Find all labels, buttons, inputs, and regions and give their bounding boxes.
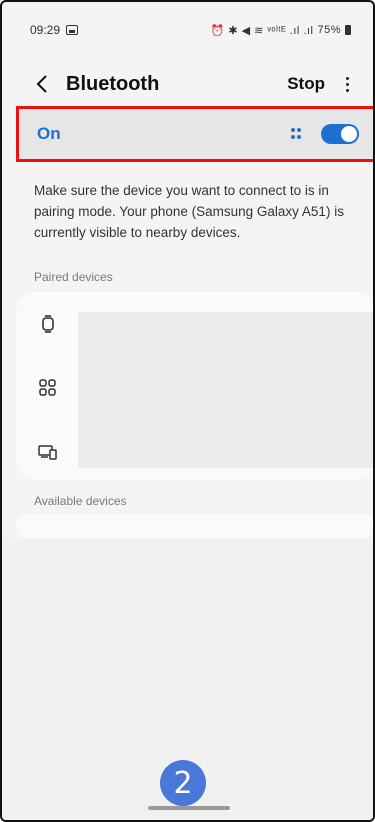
phone-screen: 09:29 ⏰ ✱ ◀ ≋ ᵛᵒˡᵗᴱ .ıl .ıl 75% Bluetoot… — [0, 0, 375, 822]
devices-icon[interactable] — [38, 442, 58, 462]
paired-devices-label: Paired devices — [34, 270, 113, 284]
home-indicator[interactable] — [148, 806, 230, 810]
status-left: 09:29 — [30, 23, 79, 37]
gallery-notification-icon — [66, 25, 79, 35]
app-bar: Bluetooth Stop — [2, 62, 373, 106]
paired-devices-card — [16, 292, 373, 480]
page-title: Bluetooth — [66, 72, 160, 95]
available-devices-card — [16, 514, 373, 538]
status-time: 09:29 — [30, 23, 61, 37]
apps-grid-icon[interactable] — [38, 378, 58, 398]
quick-connect-icon[interactable] — [291, 128, 303, 140]
bluetooth-toggle[interactable] — [321, 124, 359, 144]
pairing-description: Make sure the device you want to connect… — [34, 183, 344, 240]
step-badge: 2 — [160, 760, 206, 806]
more-options-icon[interactable] — [339, 72, 355, 96]
back-icon[interactable] — [30, 72, 54, 96]
battery-percent: 75% — [317, 24, 341, 36]
bluetooth-status-label: On — [37, 124, 61, 143]
battery-icon — [345, 25, 351, 35]
available-devices-label: Available devices — [34, 494, 127, 508]
stop-button[interactable]: Stop — [287, 74, 325, 94]
bluetooth-master-switch-row[interactable]: On — [16, 106, 373, 162]
status-bar: 09:29 ⏰ ✱ ◀ ≋ ᵛᵒˡᵗᴱ .ıl .ıl 75% — [2, 2, 373, 58]
status-indicators: ⏰ ✱ ◀ ≋ ᵛᵒˡᵗᴱ .ıl .ıl — [210, 24, 314, 37]
status-right: ⏰ ✱ ◀ ≋ ᵛᵒˡᵗᴱ .ıl .ıl 75% — [211, 24, 351, 37]
paired-devices-list — [78, 312, 373, 468]
watch-icon[interactable] — [38, 314, 58, 334]
